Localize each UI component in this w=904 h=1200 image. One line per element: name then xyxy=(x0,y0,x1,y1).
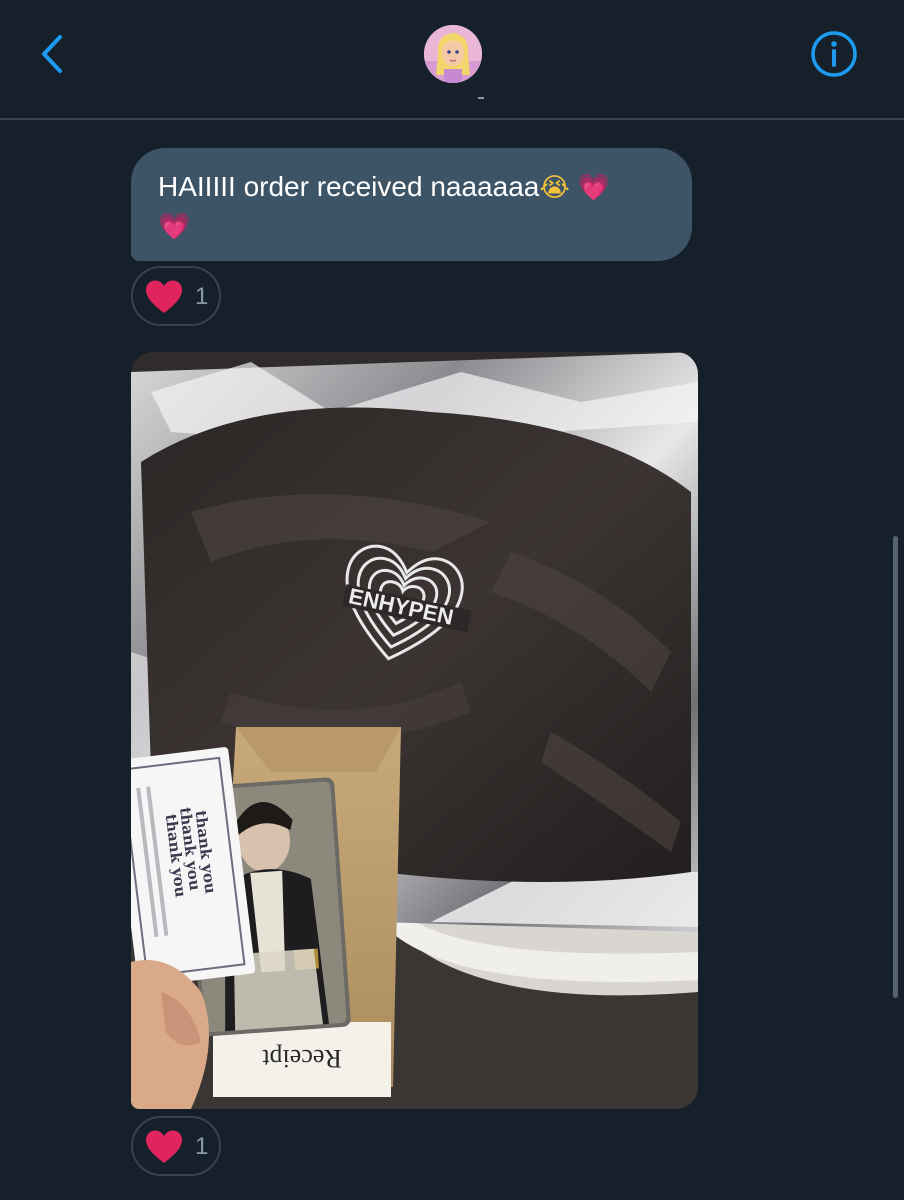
avatar-status-mark xyxy=(478,97,484,99)
back-button[interactable] xyxy=(30,30,78,78)
reaction-count: 1 xyxy=(195,283,209,310)
header-divider xyxy=(0,118,904,120)
pink-heart-emoji-icon: 💗 xyxy=(577,173,610,203)
reaction-pill[interactable]: 1 xyxy=(131,1116,221,1176)
reaction-pill[interactable]: 1 xyxy=(131,266,221,326)
message-text: HAIIIII order received naaaaaa xyxy=(158,171,540,202)
avatar[interactable] xyxy=(424,25,482,83)
sob-emoji-icon: 😭 xyxy=(539,173,570,203)
info-button[interactable] xyxy=(810,30,858,78)
avatar-image xyxy=(424,25,482,83)
message-bubble[interactable]: HAIIIII order received naaaaaa😭 💗 💗 xyxy=(131,148,692,261)
chevron-left-icon xyxy=(42,35,62,73)
info-circle-icon xyxy=(811,31,857,77)
heart-icon xyxy=(146,280,182,313)
photo-attachment[interactable]: ENHYPEN Receipt thank you thank you than… xyxy=(131,352,698,1109)
reaction-count: 1 xyxy=(195,1133,209,1160)
dm-conversation-screen: HAIIIII order received naaaaaa😭 💗 💗 1 EN… xyxy=(0,0,904,1200)
conversation-header xyxy=(0,0,904,118)
pink-heart-emoji-icon: 💗 xyxy=(158,212,191,242)
heart-icon xyxy=(146,1130,182,1163)
photo-image: ENHYPEN Receipt thank you thank you than… xyxy=(131,352,698,1109)
scrollbar[interactable] xyxy=(893,536,898,998)
receipt-text: Receipt xyxy=(262,1044,342,1073)
